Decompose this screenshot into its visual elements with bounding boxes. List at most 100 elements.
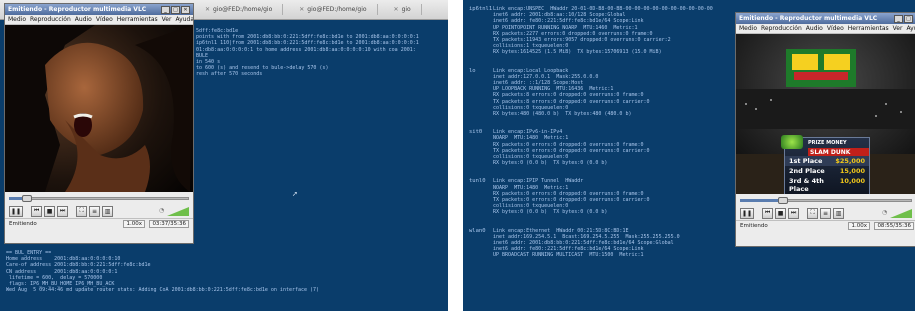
menu-item[interactable]: Ver — [162, 16, 172, 23]
vlc-status-bar: Emitiendo 1.00x 08:55/35:36 — [736, 220, 915, 230]
volume-slider[interactable]: ◔ — [159, 206, 189, 216]
vlc-player-window[interactable]: Emitiendo - Reproductor multimedia VLC _… — [735, 12, 915, 247]
terminal-line: UP BROADCAST RUNNING MULTICAST MTU:1500 … — [493, 252, 644, 259]
terminal-line: RX packets:0 errors:0 dropped:0 overruns… — [493, 141, 644, 148]
menu-item[interactable]: Medio — [8, 16, 26, 23]
status-text: Emitiendo — [740, 222, 768, 229]
seek-slider[interactable] — [9, 194, 189, 202]
window-title: Emitiendo - Reproductor multimedia VLC — [739, 15, 878, 22]
minimize-icon[interactable]: _ — [161, 5, 170, 14]
previous-icon[interactable]: ⏮ — [762, 207, 774, 219]
interface-details: Link encap:IPIP Tunnel HWaddr NOARP MTU:1… — [493, 178, 650, 215]
close-tab-icon[interactable]: ✕ — [394, 6, 399, 13]
elapsed-time[interactable]: 08:55/35:36 — [874, 221, 914, 230]
interface-name: ip6tnl1 — [469, 6, 493, 12]
interface-name: tunl0 — [469, 178, 486, 185]
menu-item[interactable]: Vídeo — [827, 25, 844, 32]
pause-icon[interactable]: ❚❚ — [740, 207, 755, 219]
right-desktop-screenshot: ip6tnl1 Link encap:UNSPEC HWaddr 20-01-0D… — [463, 0, 915, 311]
interface-details: Link encap:IPv6-in-IPv4 NOARP MTU:1480 Me… — [493, 129, 650, 166]
previous-icon[interactable]: ⏮ — [31, 205, 43, 217]
mouse-cursor-icon: ➚ — [292, 190, 298, 198]
menu-item[interactable]: Ayuda — [175, 16, 193, 23]
extended-settings-icon[interactable]: ▥ — [102, 205, 114, 217]
terminal-line: ip6tnl1 110|from 2001:db8:bb:0:221:5dff:… — [196, 40, 419, 47]
pause-icon[interactable]: ❚❚ — [9, 205, 24, 217]
terminal-line: RX bytes:0 (0.0 b) TX bytes:0 (0.0 b) — [493, 209, 608, 216]
tab-label: gio@FED:/home/gio — [307, 6, 367, 13]
playlist-icon[interactable]: ≡ — [89, 205, 101, 217]
prize-money-overlay: PRIZE MONEY SLAM DUNK 1st Place $25,000 2… — [781, 135, 870, 194]
tab-label: gio — [401, 6, 411, 13]
maximize-icon[interactable]: □ — [904, 14, 913, 23]
interface-name: sit0 — [469, 129, 483, 136]
next-icon[interactable]: ⏭ — [57, 205, 69, 217]
window-title: Emitiendo - Reproductor multimedia VLC — [8, 6, 147, 13]
extended-settings-icon[interactable]: ▥ — [833, 207, 845, 219]
menu-item[interactable]: Reproducción — [30, 16, 71, 23]
menu-item[interactable]: Vídeo — [96, 16, 113, 23]
menu-item[interactable]: Ver — [893, 25, 903, 32]
fullscreen-icon[interactable]: ⛶ — [807, 207, 819, 219]
interface-details: Link encap:Local Loopback inet addr:127.0… — [493, 68, 650, 118]
tab-label: gio@FED:/home/gio — [213, 6, 273, 13]
next-icon[interactable]: ⏭ — [788, 207, 800, 219]
stop-icon[interactable]: ■ — [44, 205, 56, 217]
playback-speed[interactable]: 1.00x — [848, 221, 870, 230]
speaker-icon[interactable]: ◔ — [159, 207, 164, 214]
vlc-player-window[interactable]: Emitiendo - Reproductor multimedia VLC _… — [4, 3, 194, 244]
menu-item[interactable]: Herramientas — [117, 16, 158, 23]
menu-item[interactable]: Audio — [75, 16, 92, 23]
terminal-tab[interactable]: ✕ gio@FED:/home/gio — [195, 4, 284, 15]
terminal-line: Wed Aug 5 09:44:46 md update router stat… — [6, 287, 320, 294]
slam-dunk-logo — [781, 135, 803, 149]
playback-controls: ❚❚ ⏮ ■ ⏭ ⛶ ≡ ▥ ◔ — [5, 204, 193, 218]
interface-details: Link encap:Ethernet HWaddr 00:21:5D:8C:B… — [493, 228, 680, 259]
seek-handle[interactable] — [778, 197, 788, 204]
vlc-title-bar[interactable]: Emitiendo - Reproductor multimedia VLC _… — [736, 13, 915, 24]
terminal-line: RX bytes:0 (0.0 b) TX bytes:0 (0.0 b) — [493, 160, 608, 167]
close-tab-icon[interactable]: ✕ — [205, 6, 210, 13]
close-tab-icon[interactable]: ✕ — [299, 6, 304, 13]
playlist-icon[interactable]: ≡ — [820, 207, 832, 219]
terminal-line: RX bytes:1614525 (1.5 MiB) TX bytes:1570… — [493, 49, 662, 56]
terminal-bottom-output: == BUL_ENTRY == Home address 2001:db8:aa:… — [6, 250, 319, 293]
speaker-icon[interactable]: ◔ — [882, 209, 887, 216]
playback-speed[interactable]: 1.00x — [123, 219, 145, 228]
fullscreen-icon[interactable]: ⛶ — [76, 205, 88, 217]
terminal-output: 5dff:fe8c:bd1e points with from 2001:db8:… — [196, 28, 419, 78]
menu-item[interactable]: Ayuda — [906, 25, 915, 32]
maximize-icon[interactable]: □ — [171, 5, 180, 14]
interface-name: wlan0 — [469, 227, 486, 234]
menu-item[interactable]: Reproducción — [761, 25, 802, 32]
terminal-line: RX packets:8 errors:0 dropped:0 overruns… — [493, 92, 644, 99]
seek-slider[interactable] — [740, 196, 912, 204]
prize-row: 2nd Place 15,000 — [789, 167, 865, 175]
vlc-title-bar[interactable]: Emitiendo - Reproductor multimedia VLC _… — [5, 4, 193, 15]
stop-icon[interactable]: ■ — [775, 207, 787, 219]
overlay-header: PRIZE MONEY — [808, 140, 847, 146]
terminal-line: 01:db8:aa:0:0:0:0:1 to home address 2001… — [196, 46, 416, 53]
volume-slider[interactable]: ◔ — [882, 208, 912, 218]
vlc-menu-bar: Medio Reproducción Audio Vídeo Herramientas V… — [5, 15, 193, 25]
close-icon[interactable]: ✕ — [181, 5, 190, 14]
prize-row: 3rd & 4th Place 10,000 — [789, 177, 865, 193]
video-frame-singer — [5, 25, 193, 192]
minimize-icon[interactable]: _ — [894, 14, 903, 23]
volume-level — [890, 209, 912, 218]
vlc-status-bar: Emitiendo 1.00x 03:37/35:36 — [5, 218, 193, 228]
seek-handle[interactable] — [22, 195, 32, 202]
video-area[interactable]: PRIZE MONEY SLAM DUNK 1st Place $25,000 2… — [736, 34, 915, 194]
menu-item[interactable]: Audio — [806, 25, 823, 32]
terminal-line: RX bytes:480 (480.0 b) TX bytes:480 (480… — [493, 111, 632, 118]
playback-controls: ❚❚ ⏮ ■ ⏭ ⛶ ≡ ▥ ◔ — [736, 206, 915, 220]
terminal-tab[interactable]: ✕ gio — [384, 4, 422, 15]
video-area[interactable] — [5, 25, 193, 192]
menu-item[interactable]: Herramientas — [848, 25, 889, 32]
left-desktop-screenshot: ✕ gio@FED:/home/gio ✕ gio@FED:/home/gio ✕ g… — [0, 0, 448, 311]
overlay-event: SLAM DUNK — [808, 148, 869, 156]
interface-name: lo — [469, 67, 476, 74]
menu-item[interactable]: Medio — [739, 25, 757, 32]
terminal-tab[interactable]: ✕ gio@FED:/home/gio — [289, 4, 378, 15]
elapsed-time[interactable]: 03:37/35:36 — [149, 219, 189, 228]
